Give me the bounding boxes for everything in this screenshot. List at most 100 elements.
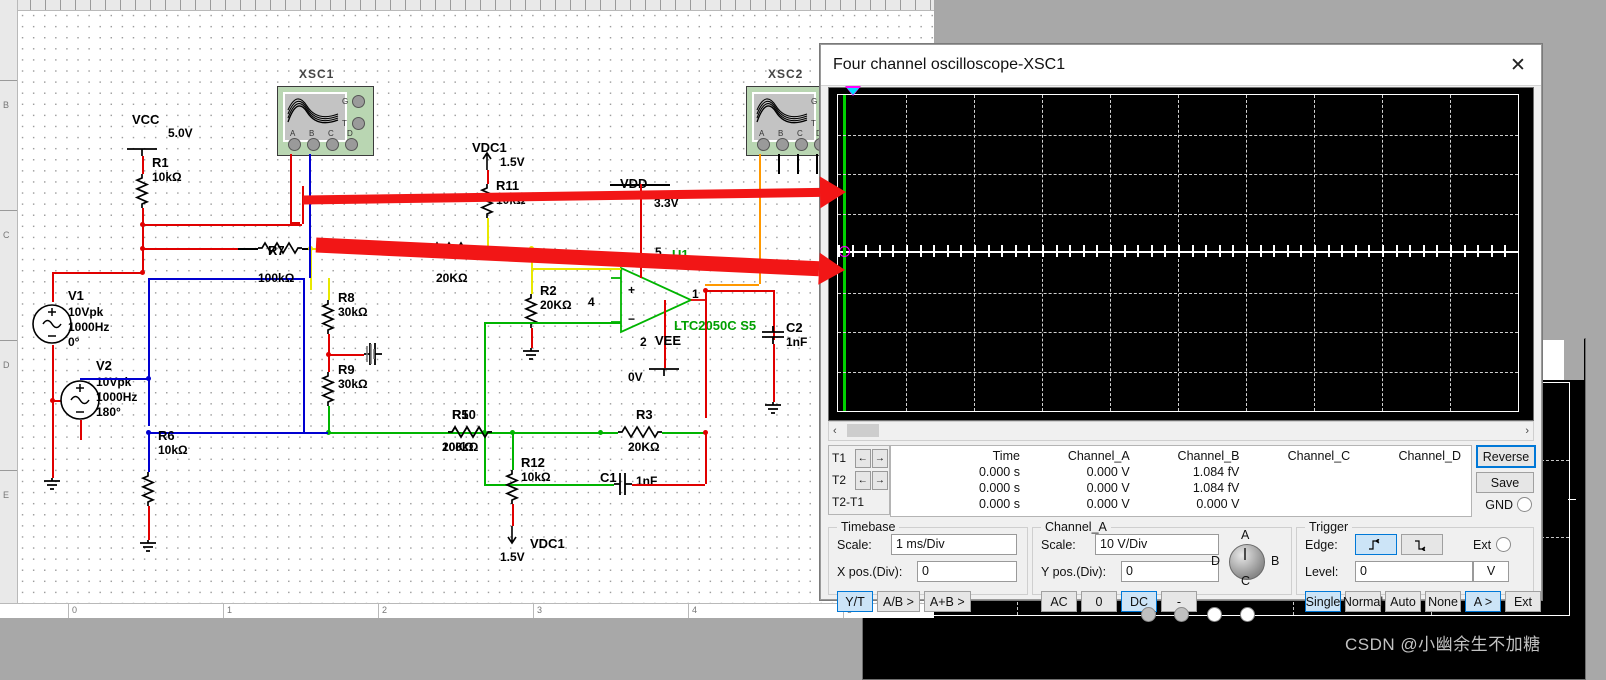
waveform-display[interactable] xyxy=(837,86,1519,412)
timebase-mode-ab[interactable]: A+B > xyxy=(923,591,971,612)
schematic-canvas[interactable]: VCC 5.0V R1 10kΩ V1 10Vpk 1000Hz 0° V2 10Vpk 1000H… xyxy=(0,0,934,618)
timebase-scale-input[interactable]: 1 ms/Div xyxy=(891,534,1017,555)
instrument-pin-d[interactable] xyxy=(345,138,358,151)
ruler-tick xyxy=(825,0,826,10)
close-icon[interactable]: ✕ xyxy=(1495,45,1541,85)
channel-radio-c[interactable] xyxy=(1207,607,1222,622)
display-horizontal-scrollbar[interactable]: ‹ › xyxy=(828,421,1534,441)
trigger-mode-a[interactable]: A > xyxy=(1465,591,1501,612)
ruler-tick xyxy=(660,0,661,10)
axis-tick xyxy=(1205,245,1208,257)
axis-tick xyxy=(974,245,976,257)
trigger-mode-ext[interactable]: Ext xyxy=(1505,591,1541,612)
axis-tick xyxy=(906,245,908,257)
cursor-controls[interactable]: T1 ← → T2 ← → T2-T1 xyxy=(828,445,890,515)
trigger-mode-none[interactable]: None xyxy=(1425,591,1461,612)
instrument-pin-c[interactable] xyxy=(795,138,808,151)
wire-horizontal xyxy=(310,248,430,250)
resistor-r5 xyxy=(448,425,492,439)
wire-vertical xyxy=(531,248,533,268)
channel-radio-d[interactable] xyxy=(1240,607,1255,622)
wire-vertical xyxy=(705,432,707,484)
gnd-row[interactable]: GND xyxy=(1476,497,1532,512)
cursor-t1-row[interactable]: T1 ← → xyxy=(829,448,889,468)
coupling-0[interactable]: 0 xyxy=(1081,591,1117,612)
column-header: Time xyxy=(992,449,1020,463)
trigger-ext-radio[interactable] xyxy=(1496,537,1512,552)
channel-radio-b[interactable] xyxy=(1174,607,1189,622)
save-button[interactable]: Save xyxy=(1476,472,1534,493)
scroll-left-icon[interactable]: ‹ xyxy=(829,425,841,437)
label-r3-value: 20KΩ xyxy=(628,440,660,454)
reverse-button[interactable]: Reverse xyxy=(1476,445,1536,468)
axis-tick xyxy=(878,245,881,257)
scrollbar-thumb[interactable] xyxy=(847,424,879,437)
t2-left-arrow-icon[interactable]: ← xyxy=(854,470,871,490)
ruler-tick xyxy=(285,0,286,10)
instrument-pin-t[interactable] xyxy=(352,117,365,130)
rising-edge-icon[interactable] xyxy=(1355,534,1397,555)
instrument-pin-label-a: A xyxy=(759,129,765,138)
label-vcc-value: 5.0V xyxy=(168,126,193,140)
wire-vertical xyxy=(773,344,775,402)
label-vdd-value: 3.3V xyxy=(654,196,679,210)
trigger-mode-single[interactable]: Single xyxy=(1305,591,1341,612)
trigger-mode-normal[interactable]: Normal xyxy=(1343,591,1383,612)
wire-vertical xyxy=(52,400,54,478)
timebase-mode-yt[interactable]: Y/T xyxy=(837,591,873,612)
trigger-mode-auto[interactable]: Auto xyxy=(1385,591,1421,612)
instrument-pin-label-t: T xyxy=(342,119,347,128)
axis-tick xyxy=(1300,245,1303,257)
resistor-r9 xyxy=(320,372,336,406)
instrument-pin-label-d: D xyxy=(347,129,353,138)
falling-edge-icon[interactable] xyxy=(1401,534,1443,555)
oscilloscope-titlebar[interactable]: Four channel oscilloscope-XSC1 ✕ xyxy=(821,45,1541,86)
oscilloscope-window[interactable]: Four channel oscilloscope-XSC1 ✕ ‹ › T1 … xyxy=(820,44,1542,622)
instrument-pin-a[interactable] xyxy=(288,138,301,151)
instrument-ref-xsc1: XSC1 xyxy=(299,67,335,81)
timebase-title: Timebase xyxy=(837,520,900,534)
scroll-right-icon[interactable]: › xyxy=(1521,425,1533,437)
instrument-pin-b[interactable] xyxy=(776,138,789,151)
cursor-t2-row[interactable]: T2 ← → xyxy=(829,470,889,490)
instrument-pin-g[interactable] xyxy=(352,95,365,108)
label-vdc1-top-value: 1.5V xyxy=(500,155,525,169)
column-header: Channel_A xyxy=(1067,449,1130,463)
axis-tick xyxy=(865,245,868,257)
label-c2-value: 1nF xyxy=(786,335,808,349)
axis-tick xyxy=(1395,245,1398,257)
instrument-pin-b[interactable] xyxy=(307,138,320,151)
instrument-xsc1[interactable]: A B C D G T xyxy=(277,86,374,156)
label-r4-value: 20KΩ xyxy=(436,271,468,285)
channel-a-ypos-input[interactable]: 0 xyxy=(1121,561,1219,582)
gnd-radio[interactable] xyxy=(1517,497,1532,512)
channel-radio-a[interactable] xyxy=(1141,607,1156,622)
instrument-pin-c[interactable] xyxy=(326,138,339,151)
ruler-tick xyxy=(795,0,796,10)
wire-vertical xyxy=(328,334,330,354)
table-row: 0.000 s 0.000 V 1.084 fV xyxy=(891,480,1471,496)
instrument-pin-a[interactable] xyxy=(757,138,770,151)
wire-horizontal xyxy=(484,322,621,324)
timebase-xpos-input[interactable]: 0 xyxy=(917,561,1017,582)
channel-a-scale-input[interactable]: 10 V/Div xyxy=(1095,534,1219,555)
timebase-mode-ab[interactable]: A/B > xyxy=(877,591,920,612)
ruler-tick xyxy=(0,210,17,211)
t1-right-arrow-icon[interactable]: → xyxy=(871,448,889,468)
trigger-level-input[interactable]: 0 xyxy=(1355,561,1473,582)
wire-vertical xyxy=(512,432,514,470)
label-r7: R7 xyxy=(268,243,285,258)
instrument-pin-label-b: B xyxy=(309,129,315,138)
cursor-handle-icon[interactable] xyxy=(839,246,850,257)
channel-a-title: Channel_A xyxy=(1041,520,1111,534)
axis-tick xyxy=(892,245,895,257)
wire-vertical xyxy=(512,504,514,526)
trigger-level-unit[interactable]: V xyxy=(1473,561,1509,582)
coupling-ac[interactable]: AC xyxy=(1041,591,1077,612)
t2-right-arrow-icon[interactable]: → xyxy=(871,470,889,490)
axis-tick xyxy=(1096,245,1099,257)
label-r3: R3 xyxy=(636,407,653,422)
t1-left-arrow-icon[interactable]: ← xyxy=(854,448,871,468)
table-header-row: Time Channel_A Channel_B Channel_C Channel_D xyxy=(891,448,1471,464)
label-r2: R2 xyxy=(540,283,557,298)
